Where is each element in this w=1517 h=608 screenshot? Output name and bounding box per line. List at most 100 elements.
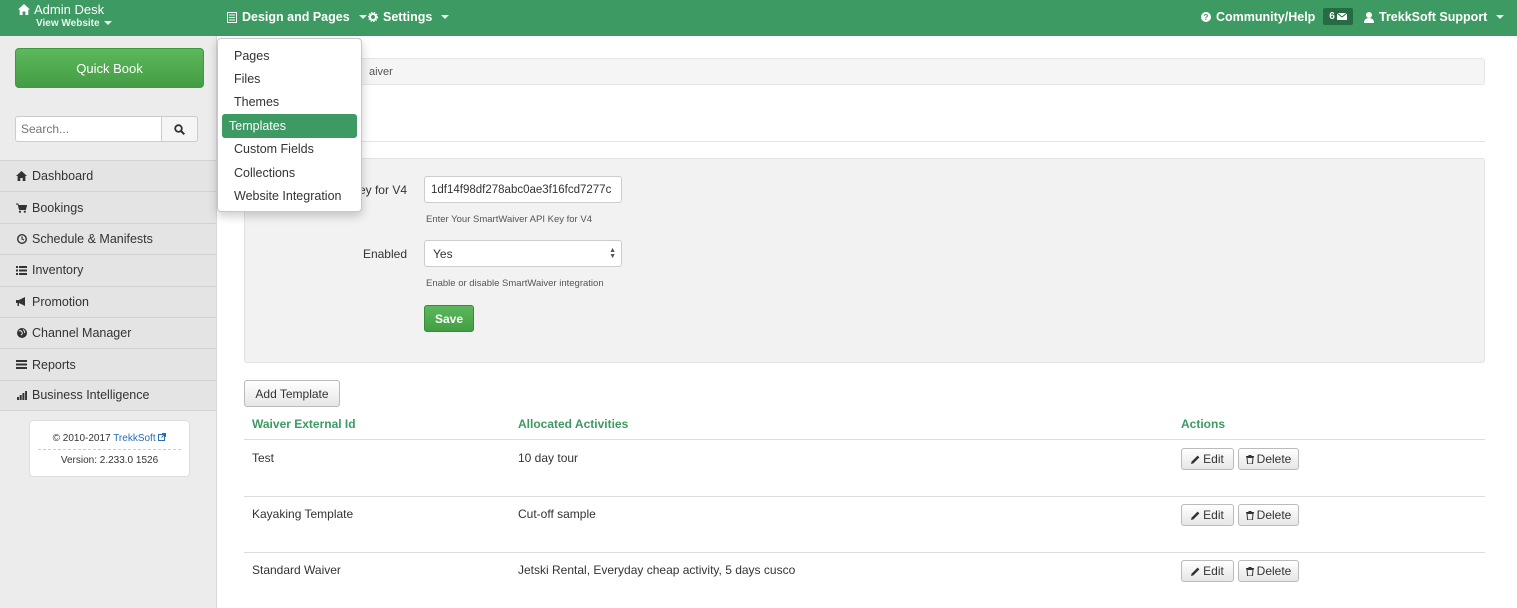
clock-icon [16,233,27,244]
enabled-select[interactable]: Yes ▲ ▼ [424,240,622,267]
version-text: Version: 2.233.0 1526 [60,455,159,466]
sidebar-item-channel-manager[interactable]: Channel Manager [0,316,216,349]
svg-text:?: ? [1204,13,1209,22]
globe-icon [16,328,27,339]
home-icon [18,4,30,15]
column-header-waiver-id: Waiver External Id [252,417,356,431]
help-icon: ? [1201,12,1211,22]
notifications-badge[interactable]: 6 [1323,8,1353,25]
bar-chart-icon [16,390,27,401]
sidebar-item-inventory[interactable]: Inventory [0,254,216,286]
sidebar-item-business-intelligence[interactable]: Business Intelligence [0,379,216,412]
edit-button[interactable]: Edit [1181,448,1234,470]
menu-item-files[interactable]: Files [222,67,357,90]
gear-icon [368,12,378,22]
pencil-icon [1191,567,1200,576]
search-button[interactable] [162,116,198,142]
community-help-menu[interactable]: ? Community/Help [1201,10,1333,24]
menu-item-custom-fields[interactable]: Custom Fields [222,138,357,161]
settings-label: Settings [383,10,433,24]
breadcrumb: aiver [244,58,1485,85]
app-title[interactable]: Admin Desk [18,2,128,17]
menu-item-website-integration[interactable]: Website Integration [222,184,357,207]
trash-icon [1245,566,1254,576]
search-icon [174,123,185,135]
search-input[interactable] [15,116,162,142]
copyright-text: © 2010-2017 [52,433,111,444]
sidebar-item-bookings[interactable]: Bookings [0,191,216,223]
trekksoft-link[interactable]: TrekkSoft [113,433,155,444]
edit-label: Edit [1203,564,1224,578]
trash-icon [1245,510,1254,520]
document-icon [227,11,237,23]
delete-button[interactable]: Delete [1238,504,1299,526]
list-icon [16,265,27,276]
edit-button[interactable]: Edit [1181,560,1234,582]
view-website-link[interactable]: View Website [36,18,128,29]
sidebar-item-label: Dashboard [32,169,94,184]
chevron-down-icon [358,15,367,19]
sidebar-item-label: Inventory [32,263,84,278]
api-key-help: Enter Your SmartWaiver API Key for V4 [426,214,592,225]
row-activities: Cut-off sample [518,507,596,521]
cart-icon [16,202,27,213]
menu-item-collections[interactable]: Collections [222,161,357,184]
edit-label: Edit [1203,508,1224,522]
menu-item-pages[interactable]: Pages [222,44,357,67]
brand[interactable]: Admin Desk View Website [18,2,128,29]
sidebar: Quick Book Dashboard Bookings Schedule &… [0,36,217,608]
enabled-label: Enabled [362,247,407,261]
home-icon [16,171,27,182]
copyright-line: © 2010-2017 TrekkSoft [30,433,189,444]
app-title-label: Admin Desk [34,2,105,17]
enabled-value: Yes [433,246,453,261]
quick-book-button[interactable]: Quick Book [15,48,204,88]
envelope-icon [1336,13,1347,20]
api-key-input[interactable] [424,176,622,203]
add-template-button[interactable]: Add Template [244,380,340,407]
sidebar-item-label: Bookings [32,200,84,215]
pencil-icon [1191,455,1200,464]
sidebar-item-promotion[interactable]: Promotion [0,285,216,317]
chevron-down-icon [103,21,112,26]
column-header-actions: Actions [1181,417,1226,431]
edit-button[interactable]: Edit [1181,504,1234,526]
sidebar-footer: © 2010-2017 TrekkSoft Version: 2.233.0 1… [29,420,190,477]
sidebar-item-label: Schedule & Manifests [32,231,153,246]
row-activities: 10 day tour [518,451,579,465]
delete-button[interactable]: Delete [1238,560,1299,582]
delete-label: Delete [1256,452,1292,466]
external-link-icon [158,433,167,441]
settings-menu[interactable]: Settings [368,10,450,24]
divider [244,141,1485,142]
sidebar-item-schedule[interactable]: Schedule & Manifests [0,222,216,255]
row-activities: Jetski Rental, Everyday cheap activity, … [518,563,796,577]
menu-item-templates[interactable]: Templates [222,114,357,138]
chevron-down-icon [1496,15,1505,19]
user-icon [1364,11,1374,23]
column-header-activities: Allocated Activities [518,417,629,431]
sidebar-item-dashboard[interactable]: Dashboard [0,160,216,192]
trash-icon [1245,454,1254,464]
enabled-help: Enable or disable SmartWaiver integratio… [426,278,604,289]
user-menu[interactable]: TrekkSoft Support [1364,10,1505,24]
row-waiver-id: Test [252,451,275,465]
sidebar-item-label: Reports [32,357,76,372]
delete-button[interactable]: Delete [1238,448,1299,470]
delete-label: Delete [1256,564,1292,578]
divider [38,449,181,450]
chevron-down-icon [441,15,450,19]
delete-label: Delete [1256,508,1292,522]
design-pages-menu[interactable]: Design and Pages [227,10,367,24]
sidebar-item-label: Channel Manager [32,326,132,341]
table-divider [244,552,1485,553]
sidebar-item-label: Business Intelligence [32,388,150,403]
reports-icon [16,359,27,370]
row-waiver-id: Kayaking Template [252,507,354,521]
menu-item-themes[interactable]: Themes [222,91,357,114]
select-arrows-icon: ▲ ▼ [609,247,616,260]
user-label: TrekkSoft Support [1379,10,1488,24]
sidebar-item-reports[interactable]: Reports [0,348,216,380]
save-button[interactable]: Save [424,305,474,332]
table-divider [244,439,1485,440]
